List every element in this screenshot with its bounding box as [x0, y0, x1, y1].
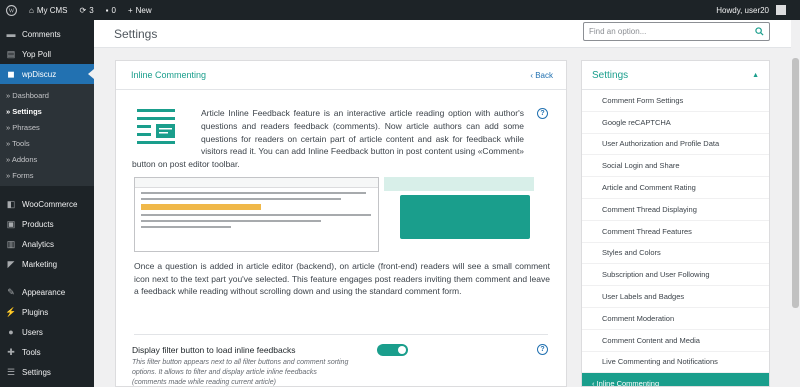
settings-nav-list: Comment Form Settings Google reCAPTCHA Use…: [582, 90, 769, 374]
page-header: Settings Find an option...: [94, 20, 800, 48]
submenu-dashboard[interactable]: » Dashboard: [0, 87, 94, 103]
settings-nav: Settings ▲ Comment Form Settings Google r…: [581, 60, 770, 387]
settings-nav-item[interactable]: Comment Moderation: [582, 308, 769, 330]
woo-icon: ◧: [6, 198, 16, 209]
settings-nav-item-active[interactable]: ‹ Inline Commenting: [582, 373, 769, 386]
settings-nav-title: Settings: [592, 69, 629, 81]
plus-icon: +: [127, 5, 133, 15]
tools-icon: ✚: [7, 346, 15, 357]
panel-title: Inline Commenting: [131, 70, 207, 80]
settings-nav-item[interactable]: Comment Thread Displaying: [582, 199, 769, 221]
panel-header: Inline Commenting ‹ Back: [116, 61, 566, 90]
menu-item-plugins[interactable]: ⚡ Plugins: [0, 302, 94, 322]
comments-link[interactable]: ▪ 0: [100, 0, 122, 20]
page-title: Settings: [114, 27, 158, 41]
plugins-icon: ⚡: [5, 306, 17, 317]
settings-nav-item[interactable]: Comment Content and Media: [582, 330, 769, 352]
menu-item-comments[interactable]: ▬ Comments: [0, 24, 94, 44]
menu-item-appearance[interactable]: ✎ Appearance: [0, 282, 94, 302]
appearance-icon: ✎: [7, 286, 15, 297]
site-name-link[interactable]: ⌂ My CMS: [23, 0, 74, 20]
menu-item-woocommerce[interactable]: ◧ WooCommerce: [0, 194, 94, 214]
feature-description-2: Once a question is added in article edit…: [134, 261, 550, 297]
settings-nav-item[interactable]: Comment Thread Features: [582, 221, 769, 243]
back-link[interactable]: ‹ Back: [530, 71, 553, 80]
option-description: This filter button appears next to all f…: [132, 359, 349, 386]
menu-item-users[interactable]: ● Users: [0, 322, 94, 342]
submenu-tools[interactable]: » Tools: [0, 135, 94, 151]
help-icon[interactable]: ?: [537, 108, 548, 119]
settings-nav-item[interactable]: User Authorization and Profile Data: [582, 134, 769, 156]
inline-feedback-icon: [137, 107, 183, 151]
home-icon: ⌂: [29, 5, 34, 15]
settings-nav-item[interactable]: User Labels and Badges: [582, 286, 769, 308]
menu-item-settings[interactable]: ☰ Settings: [0, 362, 94, 382]
frontend-popup-preview: [384, 177, 534, 239]
settings-nav-item[interactable]: Live Commenting and Notifications: [582, 352, 769, 374]
search-input[interactable]: Find an option...: [583, 22, 770, 41]
chevron-up-icon[interactable]: ▲: [752, 72, 759, 79]
settings-nav-item[interactable]: Social Login and Share: [582, 155, 769, 178]
admin-bar: W ⌂ My CMS ⟳ 3 ▪ 0 + New Howdy, user20: [0, 0, 800, 20]
menu-item-marketing[interactable]: ◤ Marketing: [0, 254, 94, 274]
comment-bubble-icon: ▪: [105, 5, 109, 15]
updates-icon: ⟳: [79, 5, 87, 15]
divider: [134, 334, 548, 335]
menu-item-yop-poll[interactable]: ▤ Yop Poll: [0, 44, 94, 64]
settings-nav-item[interactable]: Comment Form Settings: [582, 90, 769, 112]
new-content-link[interactable]: + New: [122, 0, 158, 20]
analytics-icon: ▥: [6, 238, 16, 249]
menu-item-wpdiscuz[interactable]: ◼ wpDiscuz: [0, 64, 94, 84]
svg-text:W: W: [9, 8, 15, 14]
products-icon: ▣: [6, 218, 16, 229]
updates-link[interactable]: ⟳ 3: [74, 0, 100, 20]
submenu-settings[interactable]: » Settings: [0, 103, 94, 119]
marketing-icon: ◤: [7, 258, 15, 269]
settings-nav-header[interactable]: Settings ▲: [582, 61, 769, 90]
settings-nav-item[interactable]: Google reCAPTCHA: [582, 112, 769, 134]
option-help-icon[interactable]: ?: [537, 344, 548, 355]
option-title: Display filter button to load inline fee…: [132, 345, 296, 355]
settings-icon: ☰: [6, 366, 16, 377]
submenu-phrases[interactable]: » Phrases: [0, 119, 94, 135]
editor-screenshot: [134, 177, 379, 252]
menu-item-analytics[interactable]: ▥ Analytics: [0, 234, 94, 254]
poll-icon: ▤: [6, 48, 16, 59]
settings-nav-item[interactable]: Article and Comment Rating: [582, 177, 769, 199]
users-icon: ●: [8, 327, 14, 337]
submenu-forms[interactable]: » Forms: [0, 167, 94, 183]
search-placeholder: Find an option...: [589, 27, 647, 36]
scrollbar-thumb[interactable]: [792, 58, 799, 308]
feature-description: Article Inline Feedback feature is an in…: [132, 107, 524, 170]
wpdiscuz-submenu: » Dashboard » Settings » Phrases » Tools…: [0, 84, 94, 186]
admin-sidebar: ▬ Comments ▤ Yop Poll ◼ wpDiscuz » Dashb…: [0, 20, 94, 387]
my-account-link[interactable]: Howdy, user20: [710, 0, 800, 20]
submenu-addons[interactable]: » Addons: [0, 151, 94, 167]
settings-panel: Inline Commenting ‹ Back ? Article Inlin…: [115, 60, 567, 387]
avatar: [776, 5, 786, 15]
settings-nav-item[interactable]: Subscription and User Following: [582, 264, 769, 287]
discuz-icon: ◼: [7, 68, 15, 79]
menu-item-products[interactable]: ▣ Products: [0, 214, 94, 234]
menu-item-tools[interactable]: ✚ Tools: [0, 342, 94, 362]
search-icon[interactable]: [755, 27, 764, 36]
comment-icon: ▬: [6, 29, 16, 39]
settings-nav-item[interactable]: Styles and Colors: [582, 243, 769, 265]
filter-button-toggle[interactable]: [377, 344, 408, 356]
wp-logo-icon[interactable]: W: [0, 0, 23, 20]
